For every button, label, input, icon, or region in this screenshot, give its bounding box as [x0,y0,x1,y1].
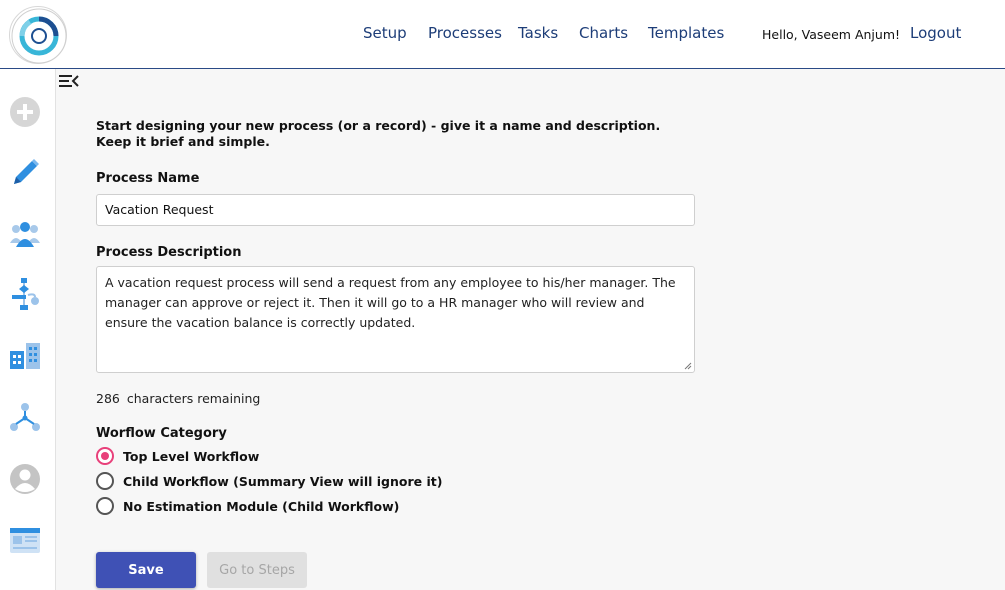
collapse-menu-icon[interactable] [59,73,79,89]
nav-tasks[interactable]: Tasks [518,24,558,42]
nav-charts[interactable]: Charts [579,24,628,42]
user-greeting: Hello, Vaseem Anjum! [762,27,900,42]
nav-processes[interactable]: Processes [428,24,502,42]
greeting-text: Hello, [762,27,798,42]
network-icon[interactable] [8,400,42,434]
go-to-steps-button: Go to Steps [207,552,307,588]
radio-label: Top Level Workflow [123,448,260,464]
radio-button-checked[interactable] [96,447,114,465]
my-biz-workflow-logo-icon [11,8,67,64]
nav-setup[interactable]: Setup [363,24,407,42]
main-content: Start designing your new process (or a r… [56,69,1005,590]
user-profile-icon[interactable] [8,462,42,496]
radio-button[interactable] [96,472,114,490]
process-description-textarea[interactable]: A vacation request process will send a r… [96,266,695,373]
radio-label: No Estimation Module (Child Workflow) [123,498,400,514]
process-flow-icon[interactable] [8,277,42,311]
process-name-label: Process Name [96,171,200,186]
add-icon[interactable] [8,95,42,129]
top-header: Setup Processes Tasks Charts Templates H… [0,0,1005,69]
chars-remaining-text: characters remaining [126,391,261,406]
sidebar [0,69,56,590]
nav-templates[interactable]: Templates [648,24,724,42]
edit-pencil-icon[interactable] [8,156,42,190]
process-name-input[interactable]: Vacation Request [96,194,695,226]
app-logo[interactable] [9,6,67,64]
process-description-text: A vacation request process will send a r… [105,275,676,330]
resize-grip-icon[interactable] [684,362,692,370]
users-group-icon[interactable] [8,217,42,251]
form-intro: Start designing your new process (or a r… [96,118,661,149]
chars-remaining: 286 characters remaining [96,391,260,406]
chars-remaining-count: 286 [96,391,120,406]
buildings-icon[interactable] [8,339,42,373]
process-description-label: Process Description [96,245,242,260]
save-button[interactable]: Save [96,552,196,588]
template-layout-icon[interactable] [8,524,42,558]
radio-top-level-workflow[interactable]: Top Level Workflow [96,447,259,465]
radio-button[interactable] [96,497,114,515]
logout-link[interactable]: Logout [910,24,961,42]
radio-label: Child Workflow (Summary View will ignore… [123,473,443,489]
radio-child-workflow[interactable]: Child Workflow (Summary View will ignore… [96,472,442,490]
workflow-category-label: Worflow Category [96,426,227,441]
user-name: Vaseem Anjum! [801,27,901,42]
radio-no-estimation-module[interactable]: No Estimation Module (Child Workflow) [96,497,399,515]
